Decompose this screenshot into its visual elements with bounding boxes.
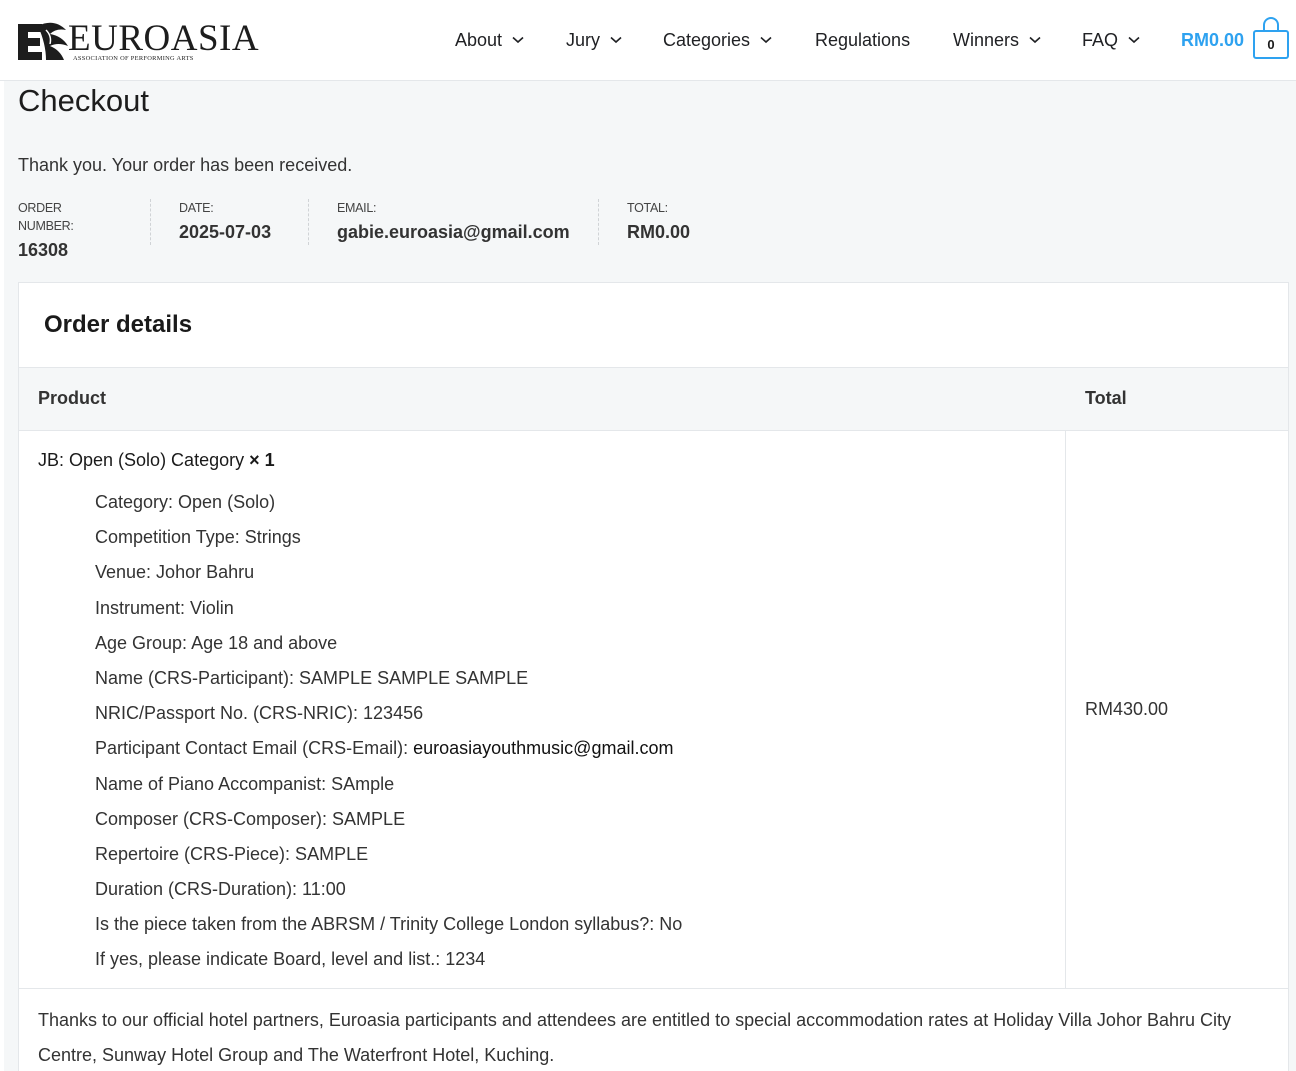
order-table-header: Product Total — [19, 367, 1288, 431]
meta-nric: NRIC/Passport No. (CRS-NRIC): 123456 — [95, 703, 424, 724]
chevron-down-icon — [1128, 36, 1140, 44]
cart-count-badge: 0 — [1253, 30, 1289, 59]
meta-category: Category: Open (Solo) — [95, 492, 276, 512]
nav-item-jury[interactable]: Jury — [566, 27, 622, 53]
column-header-product: Product — [38, 388, 107, 408]
column-header-total: Total — [1085, 388, 1127, 408]
meta-repertoire: Repertoire (CRS-Piece): SAMPLE — [95, 843, 369, 864]
email-value: gabie.euroasia@gmail.com — [337, 222, 570, 242]
nav-item-label: Winners — [953, 29, 1020, 50]
meta-competition-type: Competition Type: Strings — [95, 527, 301, 548]
order-received-message: Thank you. Your order has been received. — [18, 155, 353, 175]
cart-total-link[interactable]: RM0.00 — [1181, 27, 1244, 53]
overview-order-number: ORDER NUMBER: 16308 — [18, 199, 74, 260]
table-column-divider — [1065, 431, 1066, 988]
product-name: JB: Open (Solo) Category × 1 — [38, 450, 275, 471]
meta-contact-email: Participant Contact Email (CRS-Email): e… — [95, 731, 682, 766]
order-details-heading: Order details — [44, 311, 193, 338]
meta-accompanist: Name of Piano Accompanist: SAmple — [95, 773, 395, 794]
chevron-down-icon — [760, 36, 772, 44]
page-title: Checkout — [18, 83, 149, 118]
meta-composer: Composer (CRS-Composer): SAMPLE — [95, 808, 406, 829]
nav-item-label: FAQ — [1082, 29, 1119, 50]
nav-item-about[interactable]: About — [455, 27, 524, 53]
nav-item-faq[interactable]: FAQ — [1082, 27, 1140, 53]
total-label: TOTAL: — [627, 201, 668, 215]
chevron-down-icon — [610, 36, 622, 44]
date-label: DATE: — [179, 201, 214, 215]
order-number-label: ORDER NUMBER: — [18, 201, 74, 233]
meta-instrument: Instrument: Violin — [95, 597, 234, 618]
nav-item-label: About — [455, 29, 503, 50]
nav-item-label: Jury — [566, 29, 601, 50]
nav-item-categories[interactable]: Categories — [663, 27, 772, 53]
overview-date: DATE: 2025-07-03 — [150, 199, 271, 245]
nav-item-label: Regulations — [815, 29, 911, 50]
meta-venue: Venue: Johor Bahru — [95, 562, 255, 583]
cart-bag-handle — [1263, 17, 1279, 31]
nav-item-winners[interactable]: Winners — [953, 27, 1041, 53]
product-link[interactable]: JB: Open (Solo) Category — [38, 450, 244, 470]
site-header: EUROASIA ASSOCIATION OF PERFORMING ARTS … — [0, 0, 1296, 81]
meta-syllabus: Is the piece taken from the ABRSM / Trin… — [95, 914, 683, 935]
order-number-value: 16308 — [18, 240, 69, 260]
chevron-down-icon — [512, 36, 524, 44]
product-meta-list: Category: Open (Solo) Competition Type: … — [95, 485, 682, 978]
meta-age-group: Age Group: Age 18 and above — [95, 632, 338, 653]
logo-tagline: ASSOCIATION OF PERFORMING ARTS — [73, 55, 194, 62]
line-item-total: RM430.00 — [1085, 699, 1169, 719]
overview-total: TOTAL: RM0.00 — [598, 199, 690, 245]
meta-duration: Duration (CRS-Duration): 11:00 — [95, 879, 346, 900]
date-value: 2025-07-03 — [179, 222, 272, 242]
chevron-down-icon — [1029, 36, 1041, 44]
email-label: EMAIL: — [337, 201, 377, 215]
main-nav: About Jury Categories Regulations Winner… — [0, 27, 1296, 53]
hotel-partner-note: Thanks to our official hotel partners, E… — [38, 1010, 1231, 1065]
nav-item-label: Categories — [663, 29, 751, 50]
product-quantity: × 1 — [249, 450, 275, 470]
order-details-panel: Order details Product Total JB: Open (So… — [18, 282, 1289, 1071]
table-row-divider — [19, 988, 1288, 989]
contact-email-value: euroasiayouthmusic@gmail.com — [413, 738, 674, 759]
meta-participant-name: Name (CRS-Participant): SAMPLE SAMPLE SA… — [95, 667, 529, 688]
meta-board-level: If yes, please indicate Board, level and… — [95, 949, 486, 970]
total-value: RM0.00 — [627, 222, 691, 242]
overview-email: EMAIL: gabie.euroasia@gmail.com — [308, 199, 570, 245]
nav-item-regulations[interactable]: Regulations — [815, 27, 910, 53]
cart-icon[interactable]: 0 — [1253, 14, 1289, 59]
meta-contact-email-label: Participant Contact Email (CRS-Email): — [95, 738, 414, 759]
